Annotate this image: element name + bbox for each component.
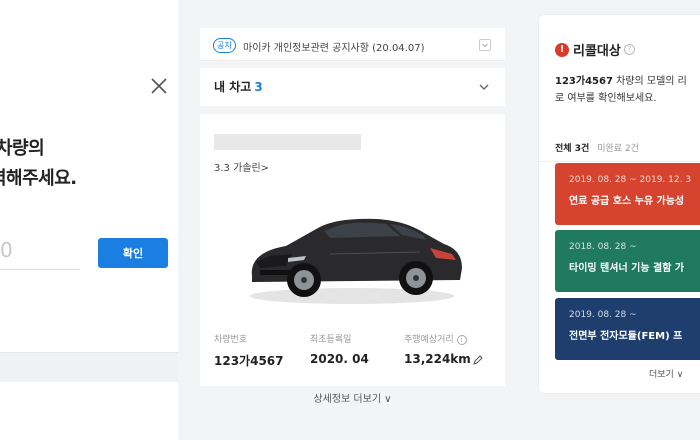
chevron-down-icon: ∨ bbox=[384, 394, 392, 405]
recall-header: ! 리콜대상? bbox=[555, 39, 635, 59]
help-icon[interactable]: ? bbox=[623, 44, 635, 55]
info-icon[interactable]: i bbox=[456, 334, 467, 345]
notice-text[interactable]: 마이카 개인정보관련 공지사항 (20.04.07) bbox=[243, 39, 424, 54]
recall-description: 123가4567 차량의 모델의 리 로 여부를 확인해보세요. bbox=[555, 76, 687, 104]
vehicle-card: 3.3 가솔린> 차량번호 123가4567 최초등록일 2020. 04 주행… bbox=[200, 114, 505, 405]
notice-bar[interactable]: 공지 마이카 개인정보관련 공지사항 (20.04.07) bbox=[200, 28, 505, 61]
divider bbox=[539, 161, 700, 162]
recall-more-link[interactable]: 더보기 ∨ bbox=[649, 367, 683, 380]
headline-line-2: 력해주세요. bbox=[0, 168, 77, 189]
recall-card[interactable]: 2019. 08. 28 ~ 2019. 12. 3 연료 공급 호스 누유 가… bbox=[555, 163, 700, 225]
detail-more-link[interactable]: 상세정보 더보기 ∨ bbox=[200, 390, 505, 405]
stat-plate: 차량번호 123가4567 bbox=[214, 335, 284, 368]
recall-title: 리콜대상 bbox=[573, 44, 621, 59]
notice-badge: 공지 bbox=[213, 38, 236, 53]
garage-count: 3 bbox=[254, 80, 263, 94]
chevron-down-icon[interactable] bbox=[477, 80, 491, 94]
garage-label: 내 차고 3 bbox=[214, 80, 263, 94]
tab-all[interactable]: 전체 3건 bbox=[555, 144, 589, 154]
headline-line-1: 차량의 bbox=[0, 138, 45, 159]
recall-panel: ! 리콜대상? 123가4567 차량의 모델의 리 로 여부를 확인해보세요. … bbox=[538, 14, 700, 394]
plate-number-input[interactable]: 0 bbox=[0, 238, 13, 262]
confirm-button[interactable]: 확인 bbox=[98, 238, 168, 268]
vehicle-name-placeholder bbox=[214, 134, 361, 150]
stat-mileage: 주행예상거리 i 13,224km bbox=[404, 332, 483, 366]
pencil-icon[interactable] bbox=[473, 354, 483, 365]
close-icon[interactable] bbox=[149, 76, 169, 96]
stat-registration-date: 최초등록일 2020. 04 bbox=[310, 335, 369, 366]
fuel-type-link[interactable]: 3.3 가솔린> bbox=[214, 159, 269, 174]
vehicle-register-panel: 차량의 력해주세요. 0 확인 bbox=[0, 0, 178, 440]
alert-icon: ! bbox=[555, 42, 569, 57]
car-image bbox=[250, 218, 462, 304]
recall-filter-tabs: 전체 3건 미완료 2건 bbox=[555, 141, 639, 154]
recall-card[interactable]: 2018. 08. 28 ~ 타이밍 텐셔너 기능 결함 가 bbox=[555, 230, 700, 292]
input-underline bbox=[0, 269, 80, 270]
garage-header[interactable]: 내 차고 3 bbox=[200, 68, 505, 106]
footer-strip bbox=[0, 352, 178, 382]
chevron-down-icon[interactable] bbox=[479, 39, 491, 51]
tab-pending[interactable]: 미완료 2건 bbox=[597, 144, 639, 154]
recall-card[interactable]: 2019. 08. 28 ~ 전면부 전자모듈(FEM) 프 bbox=[555, 298, 700, 360]
my-garage-panel: 공지 마이카 개인정보관련 공지사항 (20.04.07) 내 차고 3 3.3 … bbox=[200, 28, 505, 405]
